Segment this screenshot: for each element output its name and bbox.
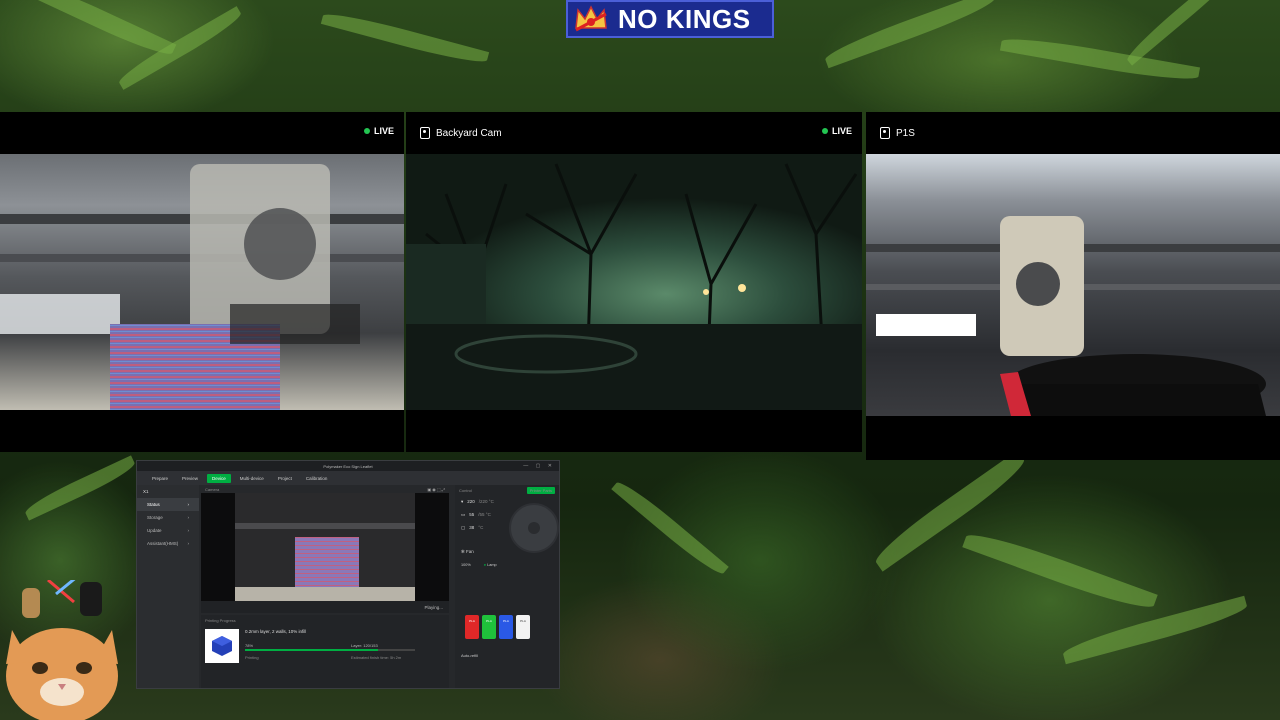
- speed-lamp-row: 100% ● Lamp: [461, 563, 497, 567]
- axis-control-dial[interactable]: [509, 503, 559, 553]
- speed-value[interactable]: 100%: [461, 563, 471, 567]
- print-description: 0.2mm layer, 2 walls, 10% infill: [245, 629, 307, 634]
- temp-value: 55: [469, 512, 475, 517]
- chevron-right-icon: ›: [187, 541, 190, 546]
- camera-header: [0, 112, 404, 154]
- device-main: Camera ▣ ◉ ⬚ ⤢ Playing... Printing Progr: [201, 485, 451, 688]
- tab-prepare[interactable]: Prepare: [147, 474, 173, 483]
- temp-target: /220 °C: [478, 499, 494, 504]
- tab-preview[interactable]: Preview: [177, 474, 203, 483]
- camera-panel-1: LIVE: [0, 112, 404, 452]
- camera-panel-p1s: P1S: [866, 112, 1280, 460]
- top-nav: Prepare Preview Device Multi-device Proj…: [137, 471, 559, 485]
- device-sidebar: X1 Status › Storage › Update › Assistant(HM…: [137, 485, 199, 688]
- bed-icon: ▭: [461, 511, 466, 517]
- camera-toolbar-icons[interactable]: ▣ ◉ ⬚ ⤢: [427, 487, 445, 492]
- model-thumbnail: [205, 629, 239, 663]
- window-titlebar: Polymaker Eco Sign Leaflet — ▢ ✕: [137, 461, 559, 471]
- progress-bar: [245, 649, 415, 651]
- tab-multi-device[interactable]: Multi-device: [235, 474, 269, 483]
- camera-status-bar: Playing...: [201, 601, 449, 613]
- sidebar-item-assistant[interactable]: Assistant(HMS) ›: [137, 537, 199, 550]
- estimated-finish: Estimated finish time: 5h 2m: [351, 655, 402, 660]
- lamp-icon: ●: [483, 563, 487, 567]
- sidebar-item-storage[interactable]: Storage ›: [137, 511, 199, 524]
- fan-toggle[interactable]: ✻ Fan: [461, 549, 474, 555]
- printer-parts-button[interactable]: Printer Parts: [526, 486, 555, 494]
- live-dot-icon: [821, 128, 828, 134]
- control-panel: Control Printer Parts ▾ 220/220 °C ▭ 55/55…: [455, 485, 559, 688]
- camera-section-header: Camera ▣ ◉ ⬚ ⤢: [201, 485, 451, 493]
- spool-slot-1[interactable]: PLA: [465, 615, 479, 639]
- live-label: LIVE: [831, 126, 852, 136]
- camera-header: P1S: [866, 112, 1280, 154]
- spool-slot-4[interactable]: PLA: [516, 615, 530, 639]
- live-indicator: LIVE: [821, 126, 852, 136]
- spool-slot-3[interactable]: PLA: [499, 615, 513, 639]
- progress-percent: 78%: [245, 643, 254, 648]
- live-indicator: LIVE: [363, 126, 394, 136]
- camera-title: P1S: [896, 127, 915, 139]
- control-title: Control: [459, 487, 472, 493]
- window-title: Polymaker Eco Sign Leaflet: [323, 463, 373, 469]
- chevron-right-icon: ›: [187, 502, 190, 507]
- chevron-right-icon: ›: [187, 515, 190, 520]
- sidebar-item-status[interactable]: Status ›: [137, 498, 199, 511]
- control-header: Control Printer Parts: [455, 485, 559, 495]
- progress-bar-fill: [245, 649, 378, 651]
- temp-value: 220: [467, 499, 475, 504]
- camera-feed[interactable]: [406, 154, 862, 410]
- tab-project[interactable]: Project: [273, 474, 297, 483]
- fan-label: Fan: [466, 549, 474, 554]
- device-selector[interactable]: X1: [137, 485, 199, 498]
- tab-device[interactable]: Device: [207, 473, 231, 483]
- camera-header: Backyard Cam: [406, 112, 862, 154]
- auto-refill-toggle[interactable]: Auto-refill: [461, 653, 478, 658]
- sidebar-item-label: Update: [147, 528, 162, 533]
- window-controls[interactable]: — ▢ ✕: [523, 463, 555, 469]
- crown-icon: [568, 2, 614, 36]
- cat-sticker: [0, 574, 124, 720]
- live-label: LIVE: [373, 126, 394, 136]
- sidebar-item-label: Storage: [147, 515, 163, 520]
- camera-feed[interactable]: [866, 154, 1280, 416]
- ams-spools: PLA PLA PLA PLA: [465, 615, 530, 639]
- tab-calibration[interactable]: Calibration: [301, 474, 333, 483]
- sidebar-item-label: Assistant(HMS): [147, 541, 179, 546]
- camera-icon: [420, 127, 430, 139]
- layer-counter: Layer: 120/153: [351, 643, 378, 648]
- slicer-window: Polymaker Eco Sign Leaflet — ▢ ✕ Prepare…: [136, 460, 560, 689]
- camera-title: Backyard Cam: [436, 127, 502, 139]
- chamber-icon: ▢: [461, 524, 466, 530]
- sidebar-item-update[interactable]: Update ›: [137, 524, 199, 537]
- cube-icon: [212, 636, 232, 656]
- camera-feed[interactable]: [0, 154, 404, 410]
- no-kings-logo: NO KINGS: [566, 0, 774, 38]
- camera-panel-backyard: Backyard Cam LIVE: [406, 112, 862, 452]
- chevron-right-icon: ›: [187, 528, 190, 533]
- camera-status-text: Playing...: [424, 604, 443, 610]
- sidebar-item-label: Status: [147, 502, 160, 507]
- nozzle-icon: ▾: [461, 498, 464, 504]
- live-dot-icon: [363, 128, 370, 134]
- printer-camera-view[interactable]: [201, 493, 449, 601]
- print-state: Printing: [245, 655, 259, 660]
- camera-section-title: Camera: [205, 486, 220, 492]
- temp-target: /55 °C: [478, 512, 491, 517]
- spool-slot-2[interactable]: PLA: [482, 615, 496, 639]
- logo-text: NO KINGS: [618, 3, 751, 34]
- progress-header: Printing Progress: [205, 618, 236, 623]
- temp-value: 38: [469, 525, 475, 530]
- print-progress-panel: Printing Progress 0.2mm layer, 2 walls, …: [201, 615, 449, 688]
- camera-icon: [880, 127, 890, 139]
- lamp-label[interactable]: Lamp: [487, 563, 497, 567]
- temp-target: °C: [478, 525, 484, 530]
